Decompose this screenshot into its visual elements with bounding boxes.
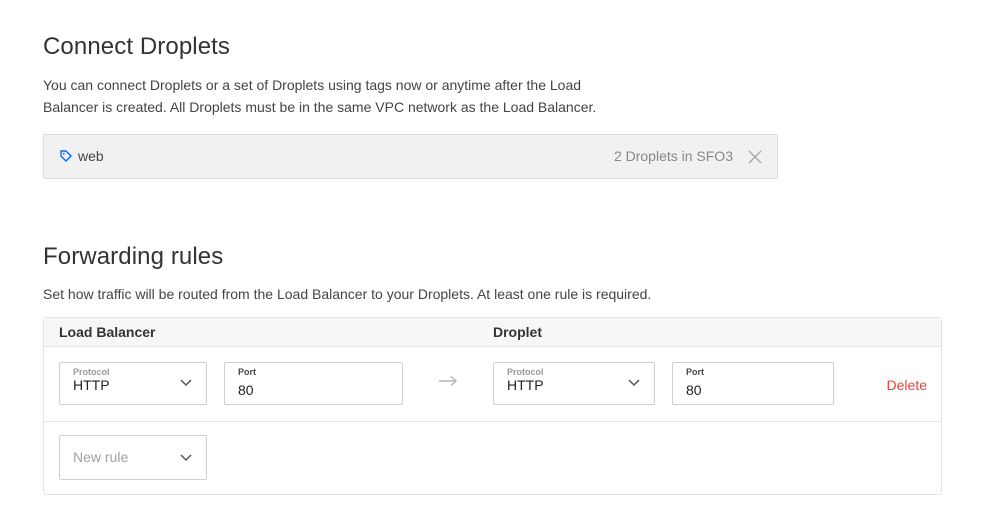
chevron-down-icon: [180, 379, 192, 387]
lb-protocol-value: HTTP: [73, 377, 110, 393]
forwarding-rule-row: Protocol HTTP Port 80 Protocol HTTP Port…: [44, 347, 941, 422]
droplet-protocol-select[interactable]: Protocol HTTP: [493, 362, 655, 405]
lb-port-label: Port: [238, 367, 256, 377]
connect-droplets-title: Connect Droplets: [43, 33, 231, 60]
new-rule-select[interactable]: New rule: [59, 435, 207, 480]
lb-port-value: 80: [238, 382, 254, 398]
droplet-port-input[interactable]: Port 80: [672, 362, 834, 405]
droplet-tag-bar: web 2 Droplets in SFO3: [43, 134, 778, 179]
droplet-protocol-label: Protocol: [507, 367, 544, 377]
close-icon[interactable]: [747, 149, 763, 165]
lb-protocol-select[interactable]: Protocol HTTP: [59, 362, 207, 405]
delete-rule-button[interactable]: Delete: [887, 377, 927, 393]
droplet-protocol-value: HTTP: [507, 377, 544, 393]
droplet-port-label: Port: [686, 367, 704, 377]
connect-droplets-description-line2: Balancer is created. All Droplets must b…: [43, 99, 597, 115]
new-rule-placeholder: New rule: [73, 449, 129, 465]
arrow-right-icon: [439, 375, 458, 387]
column-droplet: Droplet: [493, 324, 542, 340]
column-load-balancer: Load Balancer: [59, 324, 156, 340]
lb-protocol-label: Protocol: [73, 367, 110, 377]
droplet-port-value: 80: [686, 382, 702, 398]
connect-droplets-description-line1: You can connect Droplets or a set of Dro…: [43, 77, 582, 93]
chevron-down-icon: [180, 454, 192, 462]
forwarding-rules-description: Set how traffic will be routed from the …: [43, 286, 652, 302]
lb-port-input[interactable]: Port 80: [224, 362, 403, 405]
tag-droplet-count: 2 Droplets in SFO3: [613, 148, 733, 164]
tag-label: web: [78, 148, 104, 164]
forwarding-rules-title: Forwarding rules: [43, 243, 224, 270]
rules-header: Load Balancer Droplet: [44, 318, 941, 347]
forwarding-rules-table: Load Balancer Droplet Protocol HTTP Port…: [43, 317, 942, 495]
chevron-down-icon: [628, 379, 640, 387]
tag-icon: [60, 150, 72, 162]
